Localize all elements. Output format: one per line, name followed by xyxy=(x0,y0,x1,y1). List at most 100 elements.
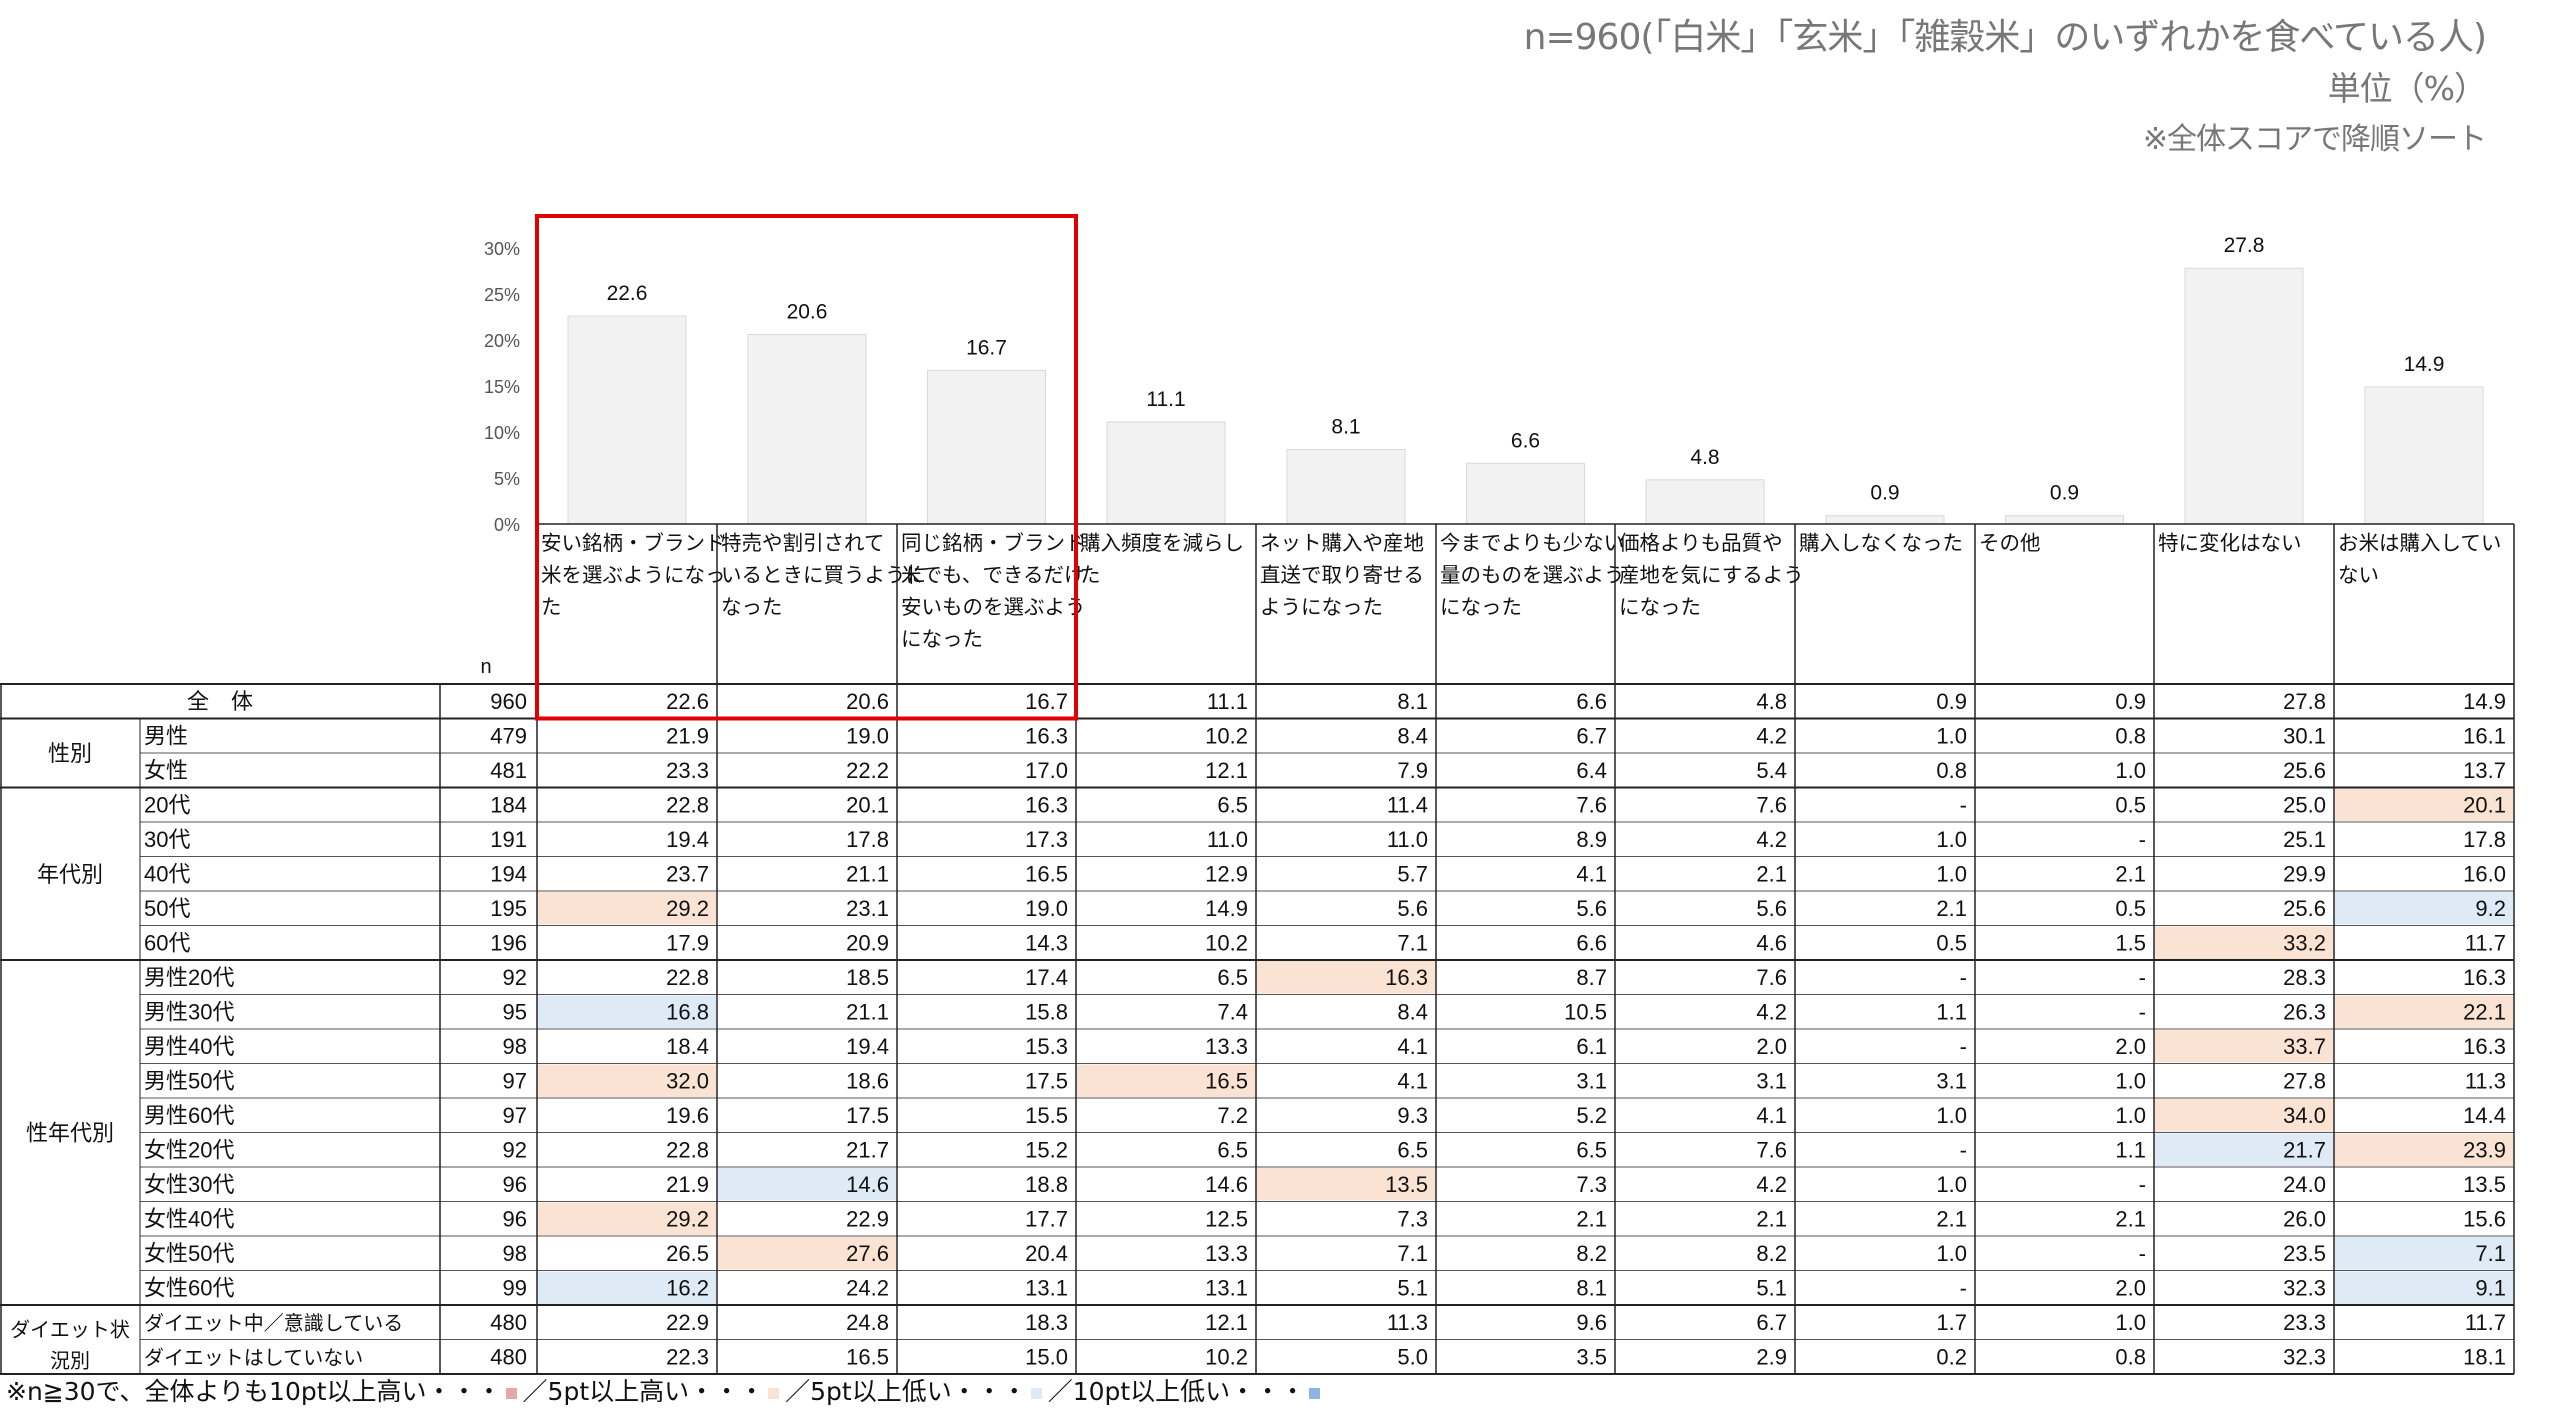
table-cell-value: 18.8 xyxy=(1025,1172,1068,1197)
table-cell-value: 5.4 xyxy=(1756,758,1787,783)
group-label: 性年代別 xyxy=(26,1121,114,1146)
bar xyxy=(2184,267,2304,525)
table-cell-value: 4.2 xyxy=(1756,724,1787,749)
table-cell-value: 22.2 xyxy=(846,758,889,783)
table-cell-value: 18.5 xyxy=(846,965,889,990)
table-cell-value: 7.9 xyxy=(1397,758,1428,783)
table-cell-value: 0.9 xyxy=(1936,689,1967,714)
table-cell-value: 23.5 xyxy=(2283,1241,2326,1266)
table-cell-value: 27.6 xyxy=(846,1241,889,1266)
table-cell-value: 21.7 xyxy=(846,1138,889,1163)
table-cell-value: 24.0 xyxy=(2283,1172,2326,1197)
table-cell-value: - xyxy=(2139,965,2146,990)
table-cell-value: 10.5 xyxy=(1564,1000,1607,1025)
survey-chart-table: 0% 5% 10% 15% 20% 25% 30% 22.6 20.6 16.7 11.1 8.1 6.… xyxy=(0,214,2515,1375)
bar-value-label: 6.6 xyxy=(1511,429,1540,452)
category-label: 直送で取り寄せる xyxy=(1260,564,1424,587)
table-cell-value: 16.3 xyxy=(2463,965,2506,990)
y-tick-label: 5% xyxy=(494,469,520,489)
table-cell-value: 17.5 xyxy=(1025,1069,1068,1094)
table-cell-value: 6.5 xyxy=(1217,793,1248,818)
category-label: 安いものを選ぶよう xyxy=(901,596,1086,619)
bar xyxy=(1106,421,1226,525)
legend-footnote: ※n≧30で、全体よりも10pt以上高い・・・ ／5pt以上高い・・・ ／5pt以上… xyxy=(6,1372,1326,1408)
table-cell-value: 6.1 xyxy=(1576,1034,1607,1059)
group-label: ダイエット状 xyxy=(10,1319,130,1342)
table-cell-value: 16.1 xyxy=(2463,724,2506,749)
table-cell-value: 5.1 xyxy=(1397,1276,1428,1301)
table-cell-value: 1.1 xyxy=(2115,1138,2146,1163)
table-cell-value: 15.0 xyxy=(1025,1345,1068,1370)
table-cell-value: 15.3 xyxy=(1025,1034,1068,1059)
table-cell-value: 25.6 xyxy=(2283,896,2326,921)
row-label: 男性50代 xyxy=(144,1069,234,1094)
category-label: た xyxy=(1080,564,1101,587)
category-label: 量のものを選ぶよう xyxy=(1440,564,1625,587)
table-cell-value: 14.9 xyxy=(2463,689,2506,714)
category-label: いるときに買うように xyxy=(721,564,926,587)
table-cell-value: 8.1 xyxy=(1576,1276,1607,1301)
table-cell-value: 1.1 xyxy=(1936,1000,1967,1025)
table-cell-value: 16.3 xyxy=(2463,1034,2506,1059)
table-cell-value: 11.0 xyxy=(1387,827,1428,852)
row-label: 女性50代 xyxy=(144,1241,234,1266)
n-column-label: n xyxy=(480,656,491,678)
row-label: 女性20代 xyxy=(144,1138,234,1163)
category-label: 特売や割引されて xyxy=(721,532,884,555)
table-cell-value: 12.5 xyxy=(1205,1207,1248,1232)
table-cell-value: 6.5 xyxy=(1217,965,1248,990)
table-n-value: 480 xyxy=(490,1345,527,1370)
table-cell-value: 6.6 xyxy=(1576,689,1607,714)
category-label: 今までよりも少ない xyxy=(1440,532,1624,555)
bar xyxy=(1286,448,1406,525)
table-cell-value: 1.5 xyxy=(2115,931,2146,956)
legend-swatch-low10 xyxy=(1309,1387,1321,1399)
table-cell-value: 22.6 xyxy=(666,689,709,714)
table-cell-value: - xyxy=(1960,793,1967,818)
row-label: ダイエット中／意識している xyxy=(144,1312,403,1335)
table-cell-value: 2.1 xyxy=(2115,1207,2146,1232)
table-n-value: 481 xyxy=(490,758,527,783)
bar xyxy=(747,333,867,525)
table-cell-value: 20.9 xyxy=(846,931,889,956)
table-cell-value: - xyxy=(1960,965,1967,990)
table-cell-value: 18.4 xyxy=(666,1034,709,1059)
table-cell-value: 0.8 xyxy=(2115,724,2146,749)
category-label: になった xyxy=(901,628,983,651)
row-label: 女性30代 xyxy=(144,1172,234,1197)
row-label: 女性60代 xyxy=(144,1276,234,1301)
table-cell-value: 13.5 xyxy=(2463,1172,2506,1197)
table-n-value: 96 xyxy=(503,1207,527,1232)
table-cell-value: 28.3 xyxy=(2283,965,2326,990)
table-cell-value: 0.5 xyxy=(2115,793,2146,818)
table-cell-value: 16.3 xyxy=(1025,724,1068,749)
bar xyxy=(927,369,1046,525)
table-cell-value: 11.4 xyxy=(1387,793,1428,818)
table-cell-value: 21.9 xyxy=(666,724,709,749)
table-cell-value: 0.2 xyxy=(1936,1345,1967,1370)
table-cell-value: 6.4 xyxy=(1576,758,1607,783)
table-cell-value: 32.3 xyxy=(2283,1276,2326,1301)
table-cell-value: 7.6 xyxy=(1756,793,1787,818)
y-tick-label: 30% xyxy=(484,239,520,259)
row-label: 女性 xyxy=(144,758,188,783)
table-cell-value: 11.3 xyxy=(2465,1069,2506,1094)
table-cell-value: 1.0 xyxy=(1936,1103,1967,1128)
table-cell-value: 5.1 xyxy=(1756,1276,1787,1301)
category-label: 特に変化はない xyxy=(2158,532,2302,555)
table-cell-value: 17.9 xyxy=(666,931,709,956)
row-label: 20代 xyxy=(144,793,190,818)
table-cell-value: 8.9 xyxy=(1576,827,1607,852)
table-cell-value: 16.0 xyxy=(2463,862,2506,887)
legend-text-high5: ／5pt以上高い・・・ xyxy=(522,1377,765,1406)
table-cell-value: 7.4 xyxy=(1217,1000,1248,1025)
table-cell-value: 8.7 xyxy=(1576,965,1607,990)
y-tick-label: 25% xyxy=(484,285,520,305)
table-cell-value: 8.2 xyxy=(1576,1241,1607,1266)
table-cell-value: 3.1 xyxy=(1936,1069,1967,1094)
table-cell-value: 9.1 xyxy=(2475,1276,2506,1301)
table-n-value: 191 xyxy=(490,827,527,852)
category-label: になった xyxy=(1619,596,1701,619)
table-cell-value: 13.1 xyxy=(1205,1276,1248,1301)
table-cell-value: 4.2 xyxy=(1756,1172,1787,1197)
